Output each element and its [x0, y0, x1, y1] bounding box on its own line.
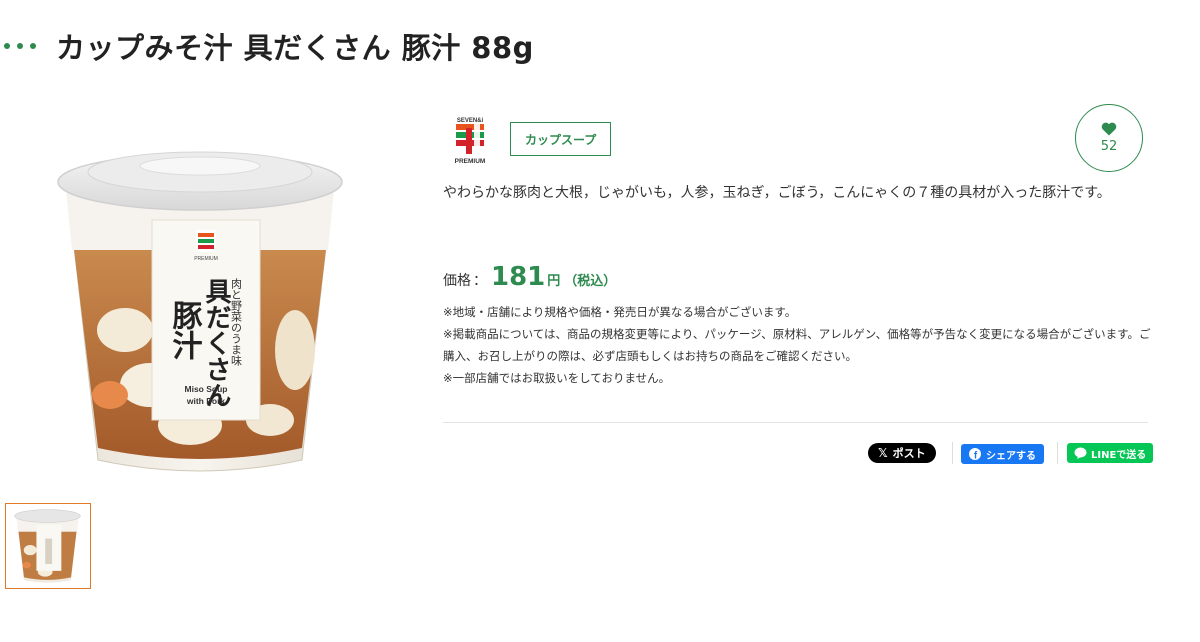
- note-line: ※一部店舗ではお取扱いをしておりません。: [443, 371, 671, 385]
- page-title: カップみそ汁 具だくさん 豚汁 88g: [56, 31, 534, 65]
- favorite-button[interactable]: 52: [1075, 104, 1143, 172]
- heart-icon: [1101, 122, 1117, 136]
- dot-icon: [17, 43, 23, 49]
- product-thumbnail[interactable]: [5, 503, 91, 589]
- share-separator: [1057, 442, 1058, 464]
- dot-icon: [4, 43, 10, 49]
- svg-text:PREMIUM: PREMIUM: [194, 256, 218, 262]
- price-row: 価格 ： 181 円 （税込）: [443, 262, 616, 292]
- share-x-label: ポスト: [892, 447, 926, 460]
- favorite-count: 52: [1100, 139, 1118, 154]
- svg-text:with Pork: with Pork: [186, 396, 226, 406]
- price-label: 価格: [443, 273, 471, 289]
- divider: [443, 422, 1148, 423]
- seven-premium-logo: SEVEN&i PREMIUM: [446, 114, 494, 166]
- note-line: ※掲載商品については、商品の規格変更等により、パッケージ、原材料、アレルゲン、価…: [443, 327, 1151, 363]
- price-colon: ：: [473, 273, 487, 289]
- line-icon: [1074, 447, 1087, 459]
- share-separator: [952, 442, 953, 464]
- dot-icon: [30, 43, 36, 49]
- share-line-button[interactable]: LINEで送る: [1067, 443, 1154, 463]
- title-decoration-dots: [4, 43, 36, 49]
- price-tax-note: （税込）: [564, 274, 617, 289]
- package-name-line2: 豚汁: [167, 300, 203, 360]
- share-x-button[interactable]: 𝕏 ポスト: [868, 443, 936, 463]
- svg-text:Miso Soup: Miso Soup: [185, 384, 228, 394]
- category-label: カップスープ: [525, 132, 597, 147]
- product-main-image: PREMIUM 肉と野菜のうま味 具だくさん 豚汁 Miso Soup with…: [40, 130, 360, 490]
- category-badge[interactable]: カップスープ: [510, 122, 612, 156]
- facebook-icon: f: [969, 448, 981, 460]
- share-facebook-label: シェアする: [986, 450, 1036, 462]
- brand-logo-top-text: SEVEN&i: [457, 118, 484, 124]
- product-description: やわらかな豚肉と大根，じゃがいも，人参，玉ねぎ，ごぼう，こんにゃくの７種の具材が…: [443, 185, 1111, 201]
- share-line-label: LINEで送る: [1091, 449, 1147, 461]
- page-header: カップみそ汁 具だくさん 豚汁 88g: [0, 22, 534, 70]
- price-value: 181: [491, 262, 546, 292]
- product-notes: ※地域・店舗により規格や価格・発売日が異なる場合がございます。 ※掲載商品につい…: [443, 301, 1151, 389]
- note-line: ※地域・店舗により規格や価格・発売日が異なる場合がございます。: [443, 305, 797, 319]
- price-unit: 円: [547, 274, 561, 289]
- x-logo-icon: 𝕏: [878, 446, 888, 460]
- brand-logo-bottom-text: PREMIUM: [455, 158, 486, 165]
- share-facebook-button[interactable]: f シェアする: [961, 444, 1044, 464]
- package-tagline: 肉と野菜のうま味: [230, 278, 243, 366]
